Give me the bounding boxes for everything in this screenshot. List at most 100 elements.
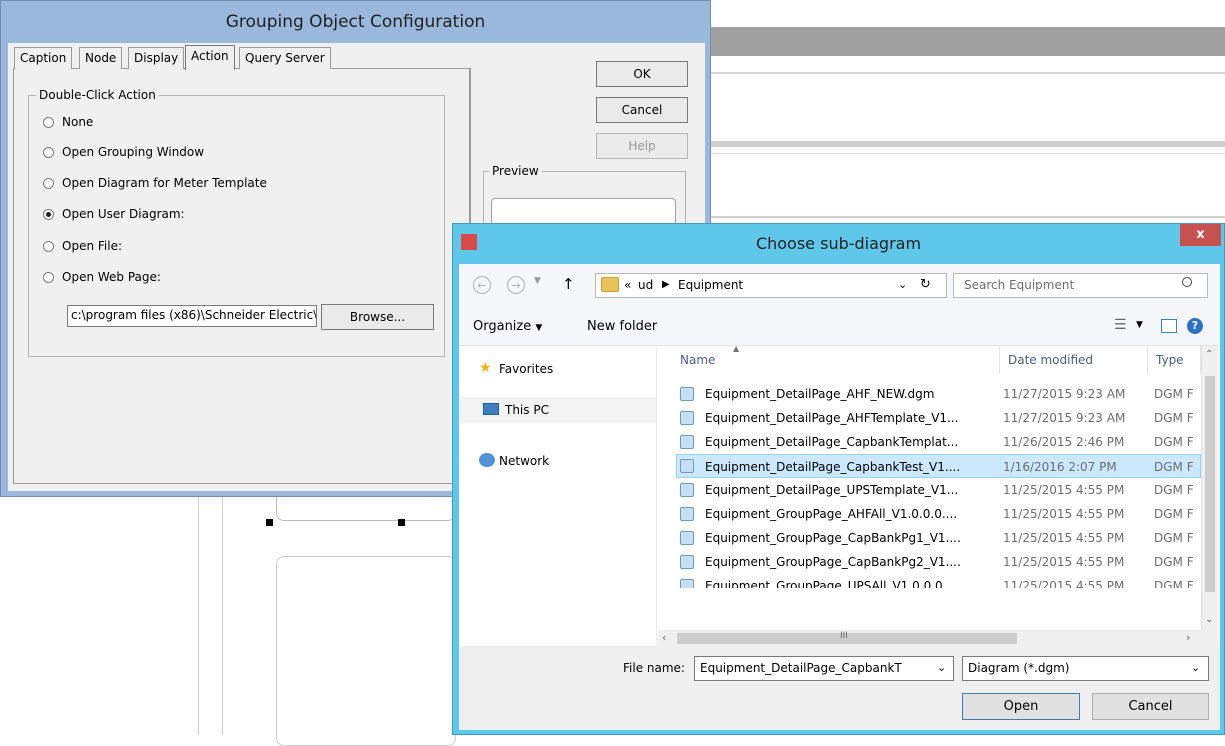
chevron-down-icon[interactable]: ⌄ bbox=[937, 661, 946, 674]
radio-none[interactable] bbox=[43, 117, 54, 128]
view-options-icon[interactable]: ☰ bbox=[1114, 317, 1127, 333]
cancel-button[interactable]: Cancel bbox=[1092, 693, 1209, 720]
scroll-down-icon[interactable]: ⌄ bbox=[1205, 614, 1213, 625]
file-row-partial[interactable]: Equipment_GroupPage_UPSAll_V1.0.0.0.... … bbox=[676, 574, 1201, 588]
selection-handle[interactable] bbox=[266, 519, 273, 526]
nav-item-this-pc[interactable]: This PC bbox=[505, 403, 549, 417]
background-divider bbox=[710, 141, 1225, 147]
help-button[interactable]: Help bbox=[596, 133, 688, 159]
breadcrumb-overflow[interactable]: « bbox=[624, 278, 631, 292]
file-type: DGM F bbox=[1154, 507, 1194, 521]
column-header-date[interactable]: Date modified bbox=[1000, 346, 1148, 374]
scroll-thumb[interactable] bbox=[1205, 376, 1215, 592]
radio-label[interactable]: Open Diagram for Meter Template bbox=[62, 176, 267, 190]
tab-query-server[interactable]: Query Server bbox=[239, 47, 331, 69]
file-icon bbox=[680, 483, 694, 497]
file-date: 11/25/2015 4:55 PM bbox=[1003, 579, 1125, 588]
file-row[interactable]: Equipment_GroupPage_AHFAll_V1.0.0.0.... … bbox=[676, 502, 1201, 526]
selection-handle[interactable] bbox=[398, 519, 405, 526]
file-row[interactable]: Equipment_GroupPage_CapBankPg1_V1.... 11… bbox=[676, 526, 1201, 550]
file-name: Equipment_DetailPage_AHFTemplate_V1... bbox=[705, 411, 959, 425]
radio-open-user-diagram[interactable] bbox=[43, 209, 54, 220]
radio-open-web-page[interactable] bbox=[43, 272, 54, 283]
radio-label[interactable]: Open File: bbox=[62, 239, 122, 253]
file-icon bbox=[680, 411, 694, 425]
radio-open-diagram-meter-template[interactable] bbox=[43, 178, 54, 189]
background-divider bbox=[710, 216, 1225, 218]
view-dropdown-icon[interactable]: ▼ bbox=[1136, 320, 1143, 330]
ok-button[interactable]: OK bbox=[596, 61, 688, 87]
file-icon bbox=[680, 555, 694, 569]
new-folder-button[interactable]: New folder bbox=[587, 319, 657, 334]
breadcrumb-item-ud[interactable]: ud bbox=[638, 278, 653, 292]
network-icon bbox=[479, 453, 495, 467]
forward-arrow-icon[interactable]: → bbox=[507, 276, 525, 294]
file-name-value: Equipment_DetailPage_CapbankT bbox=[700, 661, 902, 675]
tab-action[interactable]: Action bbox=[185, 45, 235, 70]
search-icon[interactable] bbox=[1182, 277, 1192, 287]
tab-node[interactable]: Node bbox=[79, 47, 123, 69]
dialog-footer: File name: Equipment_DetailPage_CapbankT… bbox=[459, 646, 1220, 730]
file-type: DGM F bbox=[1154, 460, 1194, 474]
up-arrow-icon[interactable]: ↑ bbox=[562, 275, 575, 293]
file-row[interactable]: Equipment_DetailPage_AHF_NEW.dgm 11/27/2… bbox=[676, 382, 1201, 406]
file-name-input[interactable]: Equipment_DetailPage_CapbankT ⌄ bbox=[694, 656, 954, 681]
back-arrow-icon[interactable]: ← bbox=[473, 276, 491, 294]
file-type: DGM F bbox=[1154, 411, 1194, 425]
radio-open-file[interactable] bbox=[43, 241, 54, 252]
scroll-grip: III bbox=[840, 631, 848, 641]
radio-label[interactable]: None bbox=[62, 115, 93, 129]
file-name: Equipment_GroupPage_AHFAll_V1.0.0.0.... bbox=[705, 507, 958, 521]
help-icon[interactable]: ? bbox=[1187, 318, 1203, 334]
radio-open-grouping-window[interactable] bbox=[43, 147, 54, 158]
file-date: 11/27/2015 9:23 AM bbox=[1003, 387, 1126, 401]
file-name: Equipment_DetailPage_UPSTemplate_V1... bbox=[705, 483, 959, 497]
radio-checked-dot bbox=[46, 212, 51, 217]
group-label: Double-Click Action bbox=[36, 88, 159, 102]
file-list: ▲ Name Date modified Type Equipment_Deta… bbox=[658, 344, 1220, 647]
vertical-scrollbar[interactable]: ⌃ ⌄ bbox=[1201, 346, 1218, 630]
file-name: Equipment_DetailPage_CapbankTemplat... bbox=[705, 435, 959, 449]
address-dropdown-icon[interactable]: ⌄ bbox=[898, 278, 907, 291]
scroll-right-icon[interactable]: › bbox=[1186, 631, 1190, 644]
column-header-name[interactable]: Name bbox=[658, 346, 1000, 374]
address-bar[interactable]: « ud ▶ Equipment ⌄ ↻ bbox=[595, 273, 947, 298]
breadcrumb-item-equipment[interactable]: Equipment bbox=[678, 278, 743, 292]
preview-pane-icon[interactable] bbox=[1161, 319, 1177, 333]
file-date: 11/25/2015 4:55 PM bbox=[1003, 483, 1125, 497]
file-type-select[interactable]: Diagram (*.dgm) ⌄ bbox=[962, 656, 1209, 681]
column-header-type[interactable]: Type bbox=[1148, 346, 1201, 374]
file-row[interactable]: Equipment_DetailPage_AHFTemplate_V1... 1… bbox=[676, 406, 1201, 430]
file-row-selected[interactable]: Equipment_DetailPage_CapbankTest_V1.... … bbox=[676, 454, 1201, 478]
file-row[interactable]: Equipment_DetailPage_UPSTemplate_V1... 1… bbox=[676, 478, 1201, 502]
background-divider bbox=[710, 153, 1225, 154]
diagram-object[interactable] bbox=[276, 556, 456, 746]
dialog-body: ← → ▼ ↑ « ud ▶ Equipment ⌄ ↻ Search Equi… bbox=[459, 264, 1220, 730]
organize-button[interactable]: Organize ▼ bbox=[473, 319, 542, 334]
radio-label[interactable]: Open Grouping Window bbox=[62, 145, 204, 159]
nav-item-network[interactable]: Network bbox=[499, 454, 549, 468]
file-icon bbox=[680, 387, 694, 401]
search-input[interactable]: Search Equipment bbox=[953, 273, 1208, 298]
file-row[interactable]: Equipment_GroupPage_CapBankPg2_V1.... 11… bbox=[676, 550, 1201, 574]
scroll-up-icon[interactable]: ⌃ bbox=[1205, 349, 1213, 360]
tab-display[interactable]: Display bbox=[128, 47, 185, 69]
close-button[interactable]: x bbox=[1180, 224, 1221, 246]
horizontal-scrollbar[interactable]: ‹ III › bbox=[658, 630, 1218, 647]
radio-label[interactable]: Open User Diagram: bbox=[62, 207, 185, 221]
breadcrumb-separator-icon: ▶ bbox=[662, 279, 670, 290]
diagram-object[interactable] bbox=[276, 497, 456, 521]
recent-dropdown-icon[interactable]: ▼ bbox=[534, 276, 541, 286]
radio-label[interactable]: Open Web Page: bbox=[62, 270, 161, 284]
nav-item-favorites[interactable]: Favorites bbox=[499, 362, 553, 376]
file-row[interactable]: Equipment_DetailPage_CapbankTemplat... 1… bbox=[676, 430, 1201, 454]
tab-caption[interactable]: Caption bbox=[14, 47, 73, 69]
browse-button[interactable]: Browse... bbox=[321, 304, 434, 330]
cancel-button[interactable]: Cancel bbox=[596, 97, 688, 123]
scroll-left-icon[interactable]: ‹ bbox=[662, 631, 666, 644]
open-button[interactable]: Open bbox=[962, 693, 1080, 720]
diagram-path-input[interactable]: c:\program files (x86)\Schneider Electri… bbox=[67, 305, 317, 327]
folder-icon bbox=[601, 277, 619, 292]
refresh-icon[interactable]: ↻ bbox=[920, 277, 931, 292]
preview-label: Preview bbox=[489, 164, 542, 178]
